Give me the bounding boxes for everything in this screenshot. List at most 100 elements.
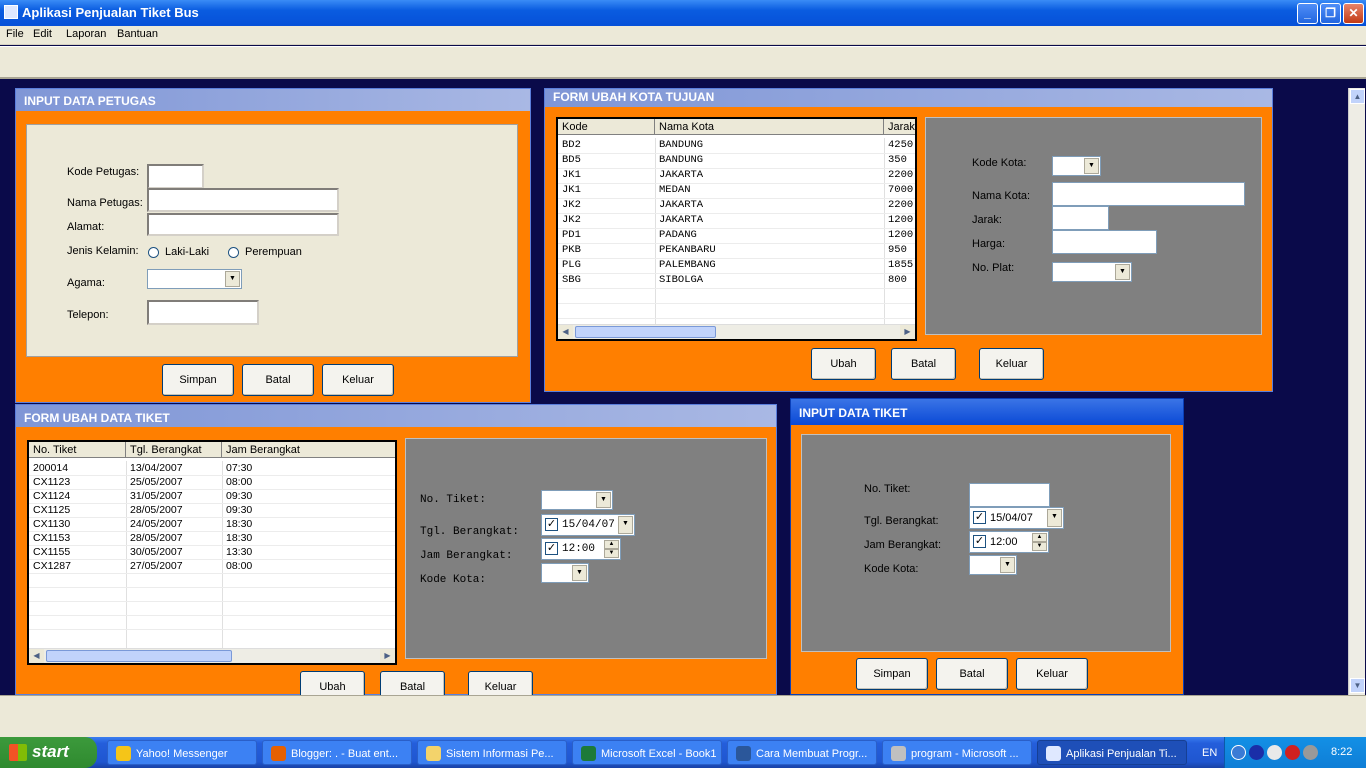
chevron-down-icon[interactable]: ▼ [618,516,633,534]
grid-cell[interactable]: JK2 [562,214,653,226]
task-program[interactable]: program - Microsoft ... [882,740,1032,765]
simpan-button[interactable]: Simpan [162,364,234,396]
batal-button[interactable]: Batal [242,364,314,396]
grid-cell[interactable]: JAKARTA [659,199,882,211]
menu-edit[interactable]: Edit [33,28,52,40]
grid-cell[interactable]: JAKARTA [659,169,882,181]
batal-button[interactable]: Batal [936,658,1008,690]
grid-cell[interactable]: 28/05/2007 [130,532,220,544]
telepon-input[interactable] [147,300,259,325]
spin-up-icon[interactable]: ▲ [1032,533,1047,542]
chevron-down-icon[interactable]: ▼ [1115,264,1130,280]
grid-cell[interactable]: CX1123 [33,476,124,488]
kode-kota-select[interactable]: ▼ [1052,156,1101,176]
chevron-left-icon[interactable] [1231,745,1246,760]
no-plat-select[interactable]: ▼ [1052,262,1132,282]
simpan-button[interactable]: Simpan [856,658,928,690]
network-icon[interactable] [1267,745,1282,760]
grid-cell[interactable]: 350 [888,154,915,166]
chevron-down-icon[interactable]: ▼ [596,492,611,508]
chevron-down-icon[interactable]: ▼ [1000,557,1015,573]
grid-cell[interactable]: 28/05/2007 [130,504,220,516]
tgl-berangkat-picker[interactable]: ✓ 15/04/07 ▼ [541,514,635,536]
kode-kota-select[interactable]: ▼ [969,555,1017,575]
grid-cell[interactable]: 08:00 [226,476,395,488]
task-blogger[interactable]: Blogger: . - Buat ent... [262,740,412,765]
column-header[interactable]: Jam Berangkat [222,442,395,458]
task-cara-membuat[interactable]: Cara Membuat Progr... [727,740,877,765]
harga-input[interactable] [1052,230,1157,254]
grid-cell[interactable]: 07:30 [226,462,395,474]
chevron-down-icon[interactable]: ▼ [225,271,240,287]
grid-cell[interactable]: CX1287 [33,560,124,572]
grid-cell[interactable]: 27/05/2007 [130,560,220,572]
restore-button[interactable]: ❐ [1320,3,1341,24]
tiket-grid[interactable]: No. Tiket Tgl. Berangkat Jam Berangkat 2… [27,440,397,665]
grid-cell[interactable]: 13:30 [226,546,395,558]
scroll-left-icon[interactable]: ◀ [558,325,573,339]
grid-cell[interactable]: 1200 [888,214,915,226]
grid-cell[interactable]: 09:30 [226,490,395,502]
ubah-button[interactable]: Ubah [811,348,876,380]
no-tiket-input[interactable] [969,483,1050,507]
chevron-down-icon[interactable]: ▼ [1084,158,1099,174]
column-header[interactable]: Kode [558,119,655,135]
grid-cell[interactable]: 2200 [888,199,915,211]
language-indicator[interactable]: EN [1202,747,1217,759]
start-button[interactable]: start [0,737,97,768]
horizontal-scrollbar[interactable]: ◀ ▶ [558,324,915,339]
grid-cell[interactable]: 200014 [33,462,124,474]
grid-cell[interactable]: JK2 [562,199,653,211]
chevron-down-icon[interactable]: ▼ [1047,509,1062,527]
kode-kota-select[interactable]: ▼ [541,563,589,583]
menu-bantuan[interactable]: Bantuan [117,28,158,40]
grid-cell[interactable]: SIBOLGA [659,274,882,286]
antivirus-icon[interactable] [1285,745,1300,760]
radio-laki-laki[interactable] [148,247,159,258]
grid-cell[interactable]: 7000 [888,184,915,196]
grid-cell[interactable]: CX1124 [33,490,124,502]
grid-cell[interactable]: 1200 [888,229,915,241]
speaker-icon[interactable] [1303,745,1318,760]
scroll-left-icon[interactable]: ◀ [29,649,44,663]
grid-cell[interactable]: CX1130 [33,518,124,530]
kota-grid[interactable]: Kode Nama Kota Jarak BD2 BANDUNG 4250 BD5 BA… [556,117,917,341]
grid-cell[interactable]: CX1153 [33,532,124,544]
keluar-button[interactable]: Keluar [979,348,1044,380]
grid-cell[interactable]: 18:30 [226,532,395,544]
grid-cell[interactable]: CX1155 [33,546,124,558]
batal-button[interactable]: Batal [891,348,956,380]
column-header[interactable]: Tgl. Berangkat [126,442,222,458]
grid-cell[interactable]: 950 [888,244,915,256]
grid-cell[interactable]: BANDUNG [659,139,882,151]
scroll-down-icon[interactable]: ▼ [1350,678,1365,693]
menu-laporan[interactable]: Laporan [66,28,106,40]
keluar-button[interactable]: Keluar [1016,658,1088,690]
grid-cell[interactable]: 08:00 [226,560,395,572]
grid-cell[interactable]: SBG [562,274,653,286]
close-button[interactable]: ✕ [1343,3,1364,24]
grid-cell[interactable]: 25/05/2007 [130,476,220,488]
usb-icon[interactable] [1249,745,1264,760]
grid-cell[interactable]: MEDAN [659,184,882,196]
chevron-down-icon[interactable]: ▼ [572,565,587,581]
grid-cell[interactable]: 1855 [888,259,915,271]
jarak-input[interactable] [1052,206,1109,230]
grid-cell[interactable]: 31/05/2007 [130,490,220,502]
menu-file[interactable]: File [6,28,24,40]
check-icon[interactable]: ✓ [545,542,558,555]
task-sistem-informasi[interactable]: Sistem Informasi Pe... [417,740,567,765]
grid-cell[interactable]: BD5 [562,154,653,166]
grid-cell[interactable]: 13/04/2007 [130,462,220,474]
grid-cell[interactable]: BD2 [562,139,653,151]
grid-cell[interactable]: PLG [562,259,653,271]
jam-berangkat-picker[interactable]: ✓ 12:00 ▲ ▼ [969,531,1049,553]
spin-down-icon[interactable]: ▼ [604,549,619,558]
task-yahoo-messenger[interactable]: Yahoo! Messenger [107,740,257,765]
grid-cell[interactable]: JK1 [562,169,653,181]
check-icon[interactable]: ✓ [545,518,558,531]
check-icon[interactable]: ✓ [973,511,986,524]
keluar-button[interactable]: Keluar [322,364,394,396]
vertical-scrollbar[interactable]: ▲ ▼ [1348,88,1365,695]
grid-cell[interactable]: JK1 [562,184,653,196]
